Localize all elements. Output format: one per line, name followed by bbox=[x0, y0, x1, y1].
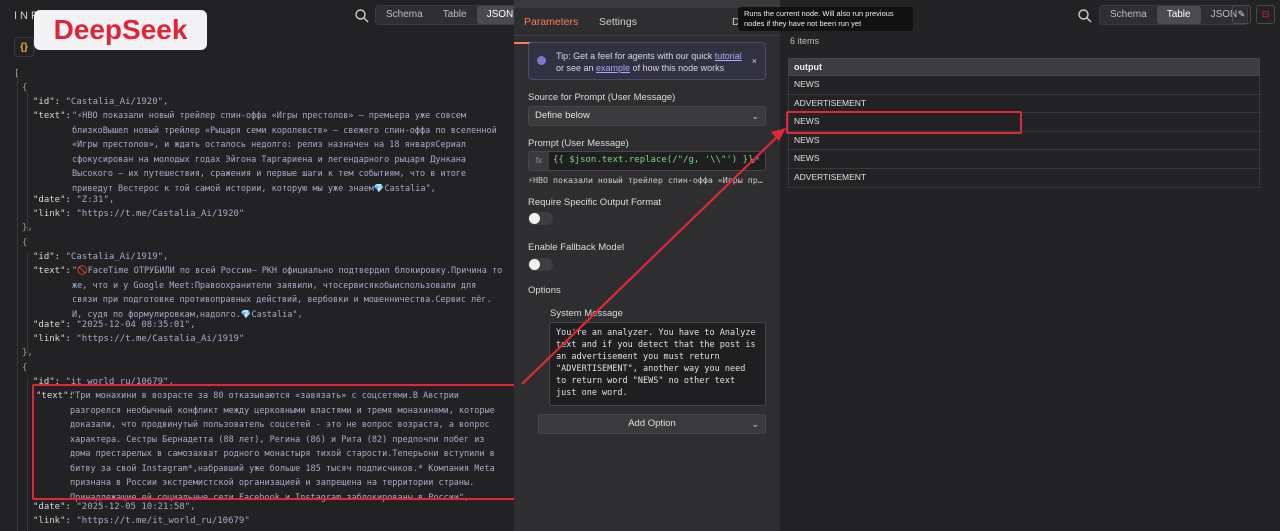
json-text-value: "⚡HBO показали новый трейлер спин-оффа «… bbox=[72, 111, 497, 194]
close-icon[interactable]: × bbox=[752, 56, 757, 66]
json-row: "date": "2025-12-05 10:21:58", bbox=[33, 502, 196, 512]
json-key: "text": bbox=[33, 266, 71, 276]
column-header-output: output bbox=[788, 58, 1260, 76]
search-icon[interactable] bbox=[1077, 8, 1093, 24]
table-row: NEWS bbox=[788, 131, 1260, 151]
deepseek-logo-overlay: DeepSeek bbox=[34, 10, 207, 50]
chevron-down-icon: ⌄ bbox=[751, 111, 759, 121]
source-prompt-select[interactable]: Define below ⌄ bbox=[528, 106, 766, 126]
expression-fx-icon: fx bbox=[529, 152, 549, 170]
annotation-highlight-output bbox=[786, 111, 1022, 134]
table-row: NEWS bbox=[788, 150, 1260, 169]
json-brace: }, bbox=[22, 223, 33, 233]
fallback-model-toggle[interactable] bbox=[528, 258, 553, 271]
table-row: ADVERTISEMENT bbox=[788, 168, 1260, 188]
json-text-value: "🚫FaceTime ОТРУБИЛИ по всей России– РКН … bbox=[72, 266, 503, 320]
output-tab-table[interactable]: Table bbox=[1156, 6, 1201, 24]
edit-output-icon[interactable]: ✎ bbox=[1232, 5, 1251, 24]
json-row: "date": "2025-12-04 08:35:01", bbox=[33, 320, 196, 330]
input-tab-table[interactable]: Table bbox=[433, 6, 477, 24]
output-format-toggle[interactable] bbox=[528, 212, 553, 225]
execute-tooltip: Runs the current node. Will also run pre… bbox=[738, 7, 913, 31]
json-mode-icon[interactable]: {} bbox=[14, 37, 34, 57]
tab-settings[interactable]: Settings bbox=[599, 16, 637, 28]
output-format-label: Require Specific Output Format bbox=[528, 197, 662, 208]
table-row: NEWS bbox=[788, 76, 1260, 95]
input-panel: INP DeepSeek Schema Table JSON {} [ { "i… bbox=[0, 0, 514, 531]
json-row: "id": "Castalia_Ai/1919", bbox=[33, 252, 169, 262]
system-message-label: System Message bbox=[550, 308, 623, 319]
json-row: "link": "https://t.me/Castalia_Ai/1920" bbox=[33, 209, 245, 219]
prompt-expression-field[interactable]: fx {{ $json.text.replace(/"/g, '\\"') }}… bbox=[528, 151, 766, 171]
system-message-textarea[interactable]: You're an analyzer. You have to Analyze … bbox=[549, 322, 766, 406]
input-tab-json[interactable]: JSON bbox=[476, 6, 514, 24]
json-row: "link": "https://t.me/Castalia_Ai/1919" bbox=[33, 334, 245, 344]
json-brace: { bbox=[22, 83, 28, 93]
expand-editor-icon[interactable]: ⤢ bbox=[752, 156, 763, 167]
example-link[interactable]: example bbox=[596, 63, 630, 73]
prompt-label: Prompt (User Message) bbox=[528, 138, 629, 149]
chevron-down-icon: ⌄ bbox=[751, 419, 759, 429]
tip-banner: Tip: Get a feel for agents with our quic… bbox=[528, 42, 766, 80]
input-view-switcher: Schema Table JSON bbox=[375, 5, 514, 25]
fallback-model-label: Enable Fallback Model bbox=[528, 242, 625, 253]
tab-parameters[interactable]: Parameters bbox=[524, 16, 578, 28]
json-row: "link": "https://t.me/it_world_ru/10679" bbox=[33, 516, 250, 526]
options-label: Options bbox=[528, 285, 561, 296]
app-root: INP DeepSeek Schema Table JSON {} [ { "i… bbox=[0, 0, 1280, 531]
info-icon bbox=[537, 56, 546, 65]
json-key: "text": bbox=[33, 111, 71, 121]
tutorial-link[interactable]: tutorial bbox=[715, 51, 742, 61]
json-row: "date": "Z:31", bbox=[33, 195, 115, 205]
json-open-bracket: [ bbox=[14, 69, 20, 79]
json-row: "id": "Castalia_Ai/1920", bbox=[33, 97, 169, 107]
output-panel: Schema Table JSON ✎ ⊡ 6 items output NEW… bbox=[780, 0, 1280, 531]
source-prompt-label: Source for Prompt (User Message) bbox=[528, 92, 676, 103]
output-view-switcher: Schema Table JSON bbox=[1099, 5, 1249, 25]
output-tab-schema[interactable]: Schema bbox=[1100, 6, 1157, 24]
json-brace: { bbox=[22, 363, 28, 373]
pin-data-icon[interactable]: ⊡ bbox=[1256, 5, 1275, 24]
node-settings-panel: Parameters Settings Do Tip: Get a feel f… bbox=[514, 0, 780, 531]
search-icon[interactable] bbox=[354, 8, 370, 24]
tip-text: Tip: Get a feel for agents with our quic… bbox=[556, 51, 742, 73]
items-count: 6 items bbox=[790, 36, 820, 46]
json-brace: { bbox=[22, 238, 28, 248]
add-option-button[interactable]: Add Option ⌄ bbox=[538, 414, 766, 434]
json-brace: }, bbox=[22, 348, 33, 358]
annotation-highlight-input bbox=[32, 384, 514, 500]
prompt-expression: {{ $json.text.replace(/"/g, '\\"') }} bbox=[553, 155, 754, 165]
prompt-preview: ⚡HBO показали новый трейлер спин-оффа «И… bbox=[528, 175, 763, 185]
input-tab-schema[interactable]: Schema bbox=[376, 6, 433, 24]
